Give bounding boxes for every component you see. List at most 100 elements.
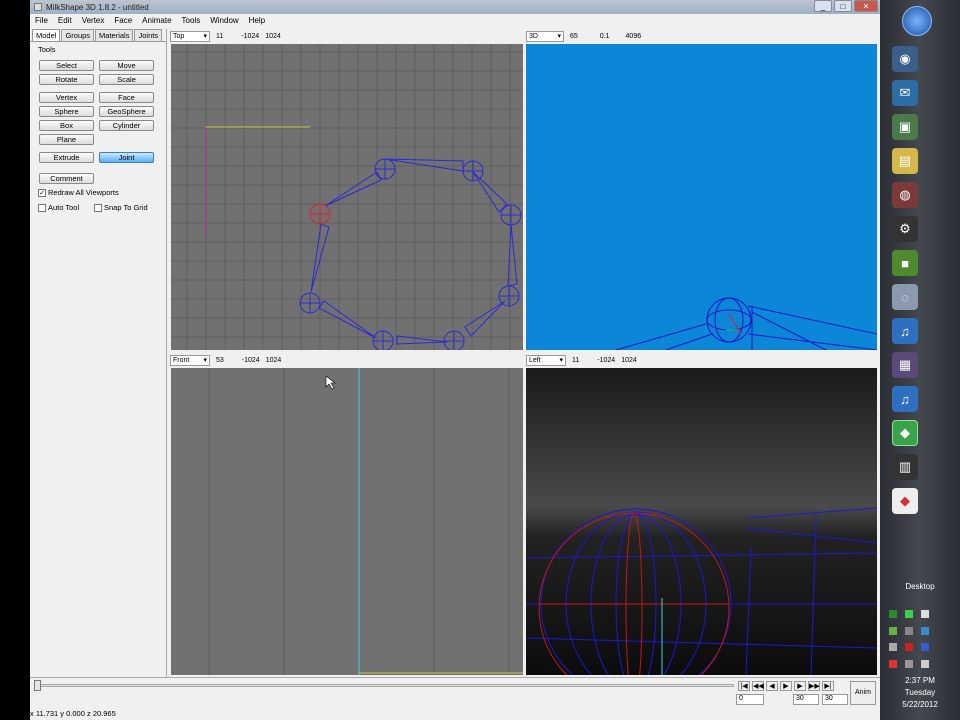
anim-toggle-button[interactable]: Anim — [850, 681, 876, 705]
tray-icon[interactable] — [921, 627, 929, 635]
tab-groups[interactable]: Groups — [61, 29, 95, 41]
window-title: MilkShape 3D 1.8.2 - untitled — [46, 2, 149, 12]
monitor-icon[interactable]: ▣ — [892, 114, 918, 140]
cylinder-button[interactable]: Cylinder — [99, 120, 154, 131]
nvidia-tray-icon[interactable] — [889, 627, 897, 635]
joint-button[interactable]: Joint — [99, 152, 154, 163]
menu-animate[interactable]: Animate — [137, 16, 176, 25]
perspective-viewport[interactable] — [526, 44, 877, 350]
auto-tool-checkbox[interactable]: Auto Tool — [38, 203, 79, 212]
left-view-min: -1024 — [597, 356, 616, 364]
comment-button[interactable]: Comment — [39, 173, 94, 184]
steam-icon[interactable]: ⚙ — [892, 216, 918, 242]
volume-icon[interactable] — [921, 660, 929, 668]
face-button[interactable]: Face — [99, 92, 154, 103]
tray-icon[interactable] — [905, 643, 913, 651]
top-view-min: -1024 — [241, 32, 260, 40]
frame-end-field[interactable]: 30 — [822, 694, 848, 705]
title-bar: MilkShape 3D 1.8.2 - untitled _ □ ✕ — [30, 0, 880, 14]
status-bar-coordinates: x 11.731 y 0.000 z 20.965 — [30, 709, 116, 718]
prev-key-button[interactable]: ◀◀ — [752, 681, 764, 691]
frame-current-field[interactable]: 30 — [793, 694, 819, 705]
prev-frame-button[interactable]: ◀ — [766, 681, 778, 691]
vertex-button[interactable]: Vertex — [39, 92, 94, 103]
grid-app-icon[interactable]: ▦ — [892, 352, 918, 378]
persp-view-select[interactable]: 3D — [526, 30, 564, 42]
left-viewport-canvas[interactable] — [526, 368, 877, 675]
close-button[interactable]: ✕ — [854, 0, 878, 12]
move-button[interactable]: Move — [99, 60, 154, 71]
top-viewport[interactable] — [171, 44, 523, 350]
start-button[interactable] — [902, 6, 932, 36]
desktop-toolbar-label[interactable]: Desktop — [880, 582, 960, 591]
browser-icon[interactable]: ◉ — [892, 46, 918, 72]
minimize-button[interactable]: _ — [814, 0, 832, 12]
thunderbird-icon[interactable]: ✉ — [892, 80, 918, 106]
media-icon[interactable]: ◍ — [892, 182, 918, 208]
front-viewport-bar: Front 53 -1024 1024 — [168, 353, 523, 367]
plane-button[interactable]: Plane — [39, 134, 94, 145]
tab-model[interactable]: Model — [32, 29, 61, 41]
top-viewport-canvas[interactable] — [171, 44, 523, 350]
play-button[interactable]: ▶ — [780, 681, 792, 691]
menu-window[interactable]: Window — [205, 16, 243, 25]
first-frame-button[interactable]: |◀ — [738, 681, 750, 691]
network-icon[interactable] — [905, 660, 913, 668]
next-frame-button[interactable]: ▶ — [794, 681, 806, 691]
perspective-viewport-canvas[interactable] — [526, 44, 877, 350]
front-viewport[interactable] — [171, 368, 523, 675]
last-frame-button[interactable]: ▶| — [822, 681, 834, 691]
frame-start-field[interactable]: 0 — [736, 694, 764, 705]
box-app-icon[interactable]: ◆ — [892, 488, 918, 514]
left-view-select[interactable]: Left — [526, 354, 566, 366]
select-button[interactable]: Select — [39, 60, 94, 71]
globe-icon[interactable]: ◌ — [892, 284, 918, 310]
next-key-button[interactable]: ▶▶ — [808, 681, 820, 691]
extrude-button[interactable]: Extrude — [39, 152, 94, 163]
persp-viewport-bar: 3D 65 0.1 4096 — [524, 29, 877, 43]
menu-face[interactable]: Face — [109, 16, 137, 25]
clock-day[interactable]: Tuesday — [880, 688, 960, 697]
rotate-button[interactable]: Rotate — [39, 74, 94, 85]
panel-tabs: Model Groups Materials Joints — [30, 29, 166, 42]
left-viewport[interactable] — [526, 368, 877, 675]
sphere-button[interactable]: Sphere — [39, 106, 94, 117]
tray-icon[interactable] — [905, 627, 913, 635]
redraw-all-checkbox[interactable]: ✓ Redraw All Viewports — [38, 188, 119, 197]
left-viewport-bar: Left 11 -1024 1024 — [524, 353, 877, 367]
tray-icon[interactable] — [921, 643, 929, 651]
tray-icon[interactable] — [905, 610, 913, 618]
clock-time[interactable]: 2:37 PM — [880, 676, 960, 685]
front-viewport-canvas[interactable] — [171, 368, 523, 675]
flag-icon[interactable] — [889, 660, 897, 668]
front-view-value: 53 — [216, 356, 224, 364]
scale-button[interactable]: Scale — [99, 74, 154, 85]
left-view-value: 11 — [572, 356, 580, 364]
tab-materials[interactable]: Materials — [95, 29, 134, 41]
tray-icon[interactable] — [889, 610, 897, 618]
menu-help[interactable]: Help — [244, 16, 270, 25]
top-view-select[interactable]: Top — [170, 30, 210, 42]
timeline-slider[interactable] — [34, 684, 734, 687]
menu-tools[interactable]: Tools — [177, 16, 206, 25]
itunes-icon[interactable]: ♫ — [892, 386, 918, 412]
front-view-select[interactable]: Front — [170, 354, 210, 366]
top-view-max: 1024 — [265, 32, 281, 40]
tray-icon[interactable] — [921, 610, 929, 618]
box-button[interactable]: Box — [39, 120, 94, 131]
tab-joints[interactable]: Joints — [134, 29, 163, 41]
itunes-icon[interactable]: ♫ — [892, 318, 918, 344]
menu-edit[interactable]: Edit — [53, 16, 77, 25]
notes-icon[interactable]: ▤ — [892, 148, 918, 174]
tray-icon[interactable] — [889, 643, 897, 651]
geosphere-button[interactable]: GeoSphere — [99, 106, 154, 117]
fraps-icon[interactable]: ▥ — [892, 454, 918, 480]
clock-date[interactable]: 5/22/2012 — [880, 700, 960, 709]
menu-vertex[interactable]: Vertex — [77, 16, 110, 25]
milkshape-taskbar-icon[interactable]: ◆ — [892, 420, 918, 446]
minecraft-icon[interactable]: ■ — [892, 250, 918, 276]
maximize-button[interactable]: □ — [834, 0, 852, 12]
timeline-slider-thumb[interactable] — [34, 680, 41, 691]
snap-to-grid-checkbox[interactable]: Snap To Grid — [94, 203, 148, 212]
menu-file[interactable]: File — [30, 16, 53, 25]
